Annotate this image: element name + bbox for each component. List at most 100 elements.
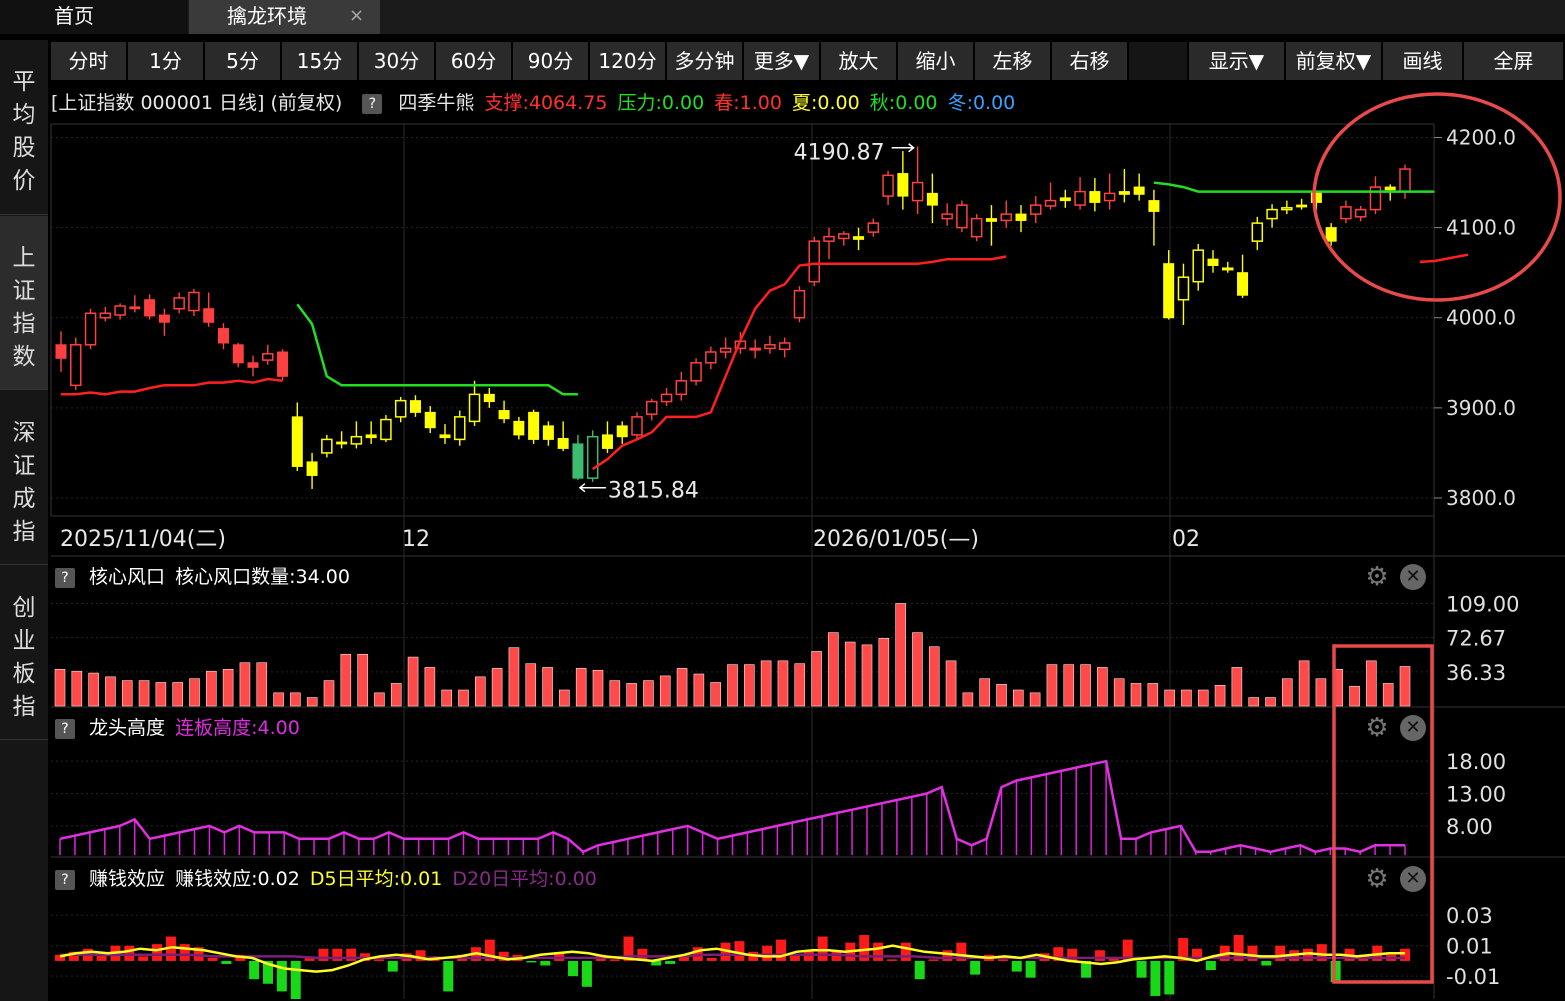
support-line-2 bbox=[592, 255, 1007, 471]
toolbar-button-4[interactable]: 30分 bbox=[359, 42, 436, 80]
bar-core-wind bbox=[1349, 685, 1360, 707]
candle bbox=[970, 214, 983, 242]
candle bbox=[1192, 243, 1204, 291]
bar-core-wind bbox=[828, 632, 839, 707]
toolbar-button-9[interactable]: 更多▼ bbox=[744, 42, 821, 80]
tab-qinlong[interactable]: 擒龙环境 × bbox=[189, 0, 380, 34]
bar-core-wind bbox=[727, 664, 738, 707]
pane2-header: ? 龙头高度 连板高度:4.00 bbox=[51, 713, 300, 743]
help-icon[interactable]: ? bbox=[55, 567, 75, 588]
candle-body bbox=[306, 461, 318, 476]
money-effect-bar bbox=[1025, 960, 1036, 978]
main-frame bbox=[50, 123, 1435, 517]
money-effect-bar bbox=[665, 960, 676, 964]
candle bbox=[365, 421, 377, 444]
bar-core-wind bbox=[340, 653, 352, 707]
sidebar-item-char: 均 bbox=[12, 102, 36, 128]
gear-icon[interactable]: ⚙ bbox=[1362, 864, 1392, 894]
sidebar-item-char: 平 bbox=[12, 69, 36, 95]
toolbar-button-3[interactable]: 15分 bbox=[282, 42, 359, 80]
toolbar-button-6[interactable]: 90分 bbox=[513, 42, 590, 80]
candle bbox=[1325, 223, 1337, 246]
toolbar-button-0[interactable]: 分时 bbox=[51, 42, 128, 80]
sidebar-item-0[interactable]: 平均股价 bbox=[0, 40, 48, 215]
money-effect-bar bbox=[595, 954, 606, 961]
toolbar-button-5[interactable]: 60分 bbox=[436, 42, 513, 80]
candle-body bbox=[1089, 191, 1101, 203]
support-line-1 bbox=[61, 377, 283, 396]
toolbar-button-18[interactable]: 全屏 bbox=[1464, 42, 1565, 80]
candle-body bbox=[114, 305, 126, 316]
bar-core-wind bbox=[155, 682, 167, 707]
toolbar-button-10[interactable]: 放大 bbox=[821, 42, 898, 80]
close-icon[interactable]: ✕ bbox=[1400, 564, 1426, 590]
bar-core-wind bbox=[1382, 683, 1394, 707]
candle bbox=[188, 288, 200, 316]
candle bbox=[409, 395, 421, 417]
close-icon[interactable]: ✕ bbox=[1400, 715, 1426, 741]
money-effect-bar bbox=[1261, 960, 1272, 966]
toolbar-button-2[interactable]: 5分 bbox=[205, 42, 282, 80]
y-tick-label: 3900.0 bbox=[1446, 396, 1516, 420]
gear-icon[interactable]: ⚙ bbox=[1362, 562, 1392, 592]
sidebar-item-3[interactable]: 创业板指 bbox=[0, 566, 48, 740]
money-effect-bar bbox=[498, 951, 509, 961]
bar-core-wind bbox=[609, 680, 621, 707]
pane3-controls: ⚙ ✕ bbox=[1362, 864, 1432, 894]
toolbar-button-11[interactable]: 缩小 bbox=[898, 42, 975, 80]
y-tick-label: 0.03 bbox=[1446, 904, 1493, 928]
candle-body bbox=[1266, 208, 1278, 220]
candle-body bbox=[572, 443, 584, 479]
bar-core-wind bbox=[239, 662, 251, 707]
candle-body bbox=[764, 344, 776, 350]
candle bbox=[217, 323, 229, 350]
bar-core-wind bbox=[575, 668, 587, 707]
toolbar-button-13[interactable]: 右移 bbox=[1052, 42, 1129, 80]
help-icon[interactable]: ? bbox=[55, 718, 75, 739]
candle-body bbox=[1399, 168, 1411, 193]
money-effect-bar bbox=[581, 960, 592, 987]
pane2-name: 龙头高度 bbox=[89, 717, 166, 739]
tab-home[interactable]: 首页 bbox=[0, 0, 188, 34]
toolbar-button-1[interactable]: 1分 bbox=[128, 42, 205, 80]
candle bbox=[424, 406, 436, 434]
close-icon[interactable]: × bbox=[349, 0, 364, 32]
candle-body bbox=[793, 289, 806, 319]
tab-home-label: 首页 bbox=[54, 4, 94, 28]
bar-core-wind bbox=[222, 669, 234, 707]
toolbar-button-16[interactable]: 前复权▼ bbox=[1286, 42, 1383, 80]
pane1-name: 核心风口 bbox=[89, 566, 166, 588]
candle bbox=[1044, 182, 1057, 210]
money-effect-bar bbox=[1178, 938, 1189, 961]
money-effect-bar bbox=[193, 947, 204, 961]
money-effect-bar bbox=[928, 959, 939, 961]
chart-canvas[interactable]: 4200.0 4100.0 4000.0 3900.0 3800.0 4190.87 381… bbox=[0, 0, 1565, 1001]
toolbar-button-17[interactable]: 画线 bbox=[1383, 42, 1464, 80]
candle bbox=[1354, 206, 1367, 222]
toolbar-button-12[interactable]: 左移 bbox=[975, 42, 1052, 80]
toolbar-button-7[interactable]: 120分 bbox=[590, 42, 667, 80]
candle bbox=[586, 430, 599, 482]
toolbar-button-15[interactable]: 显示▼ bbox=[1189, 42, 1286, 80]
candle bbox=[55, 331, 67, 372]
bar-core-wind bbox=[1366, 660, 1377, 707]
bar-core-wind bbox=[290, 692, 301, 707]
help-icon[interactable]: ? bbox=[362, 93, 383, 114]
candle-body bbox=[439, 434, 451, 439]
help-icon[interactable]: ? bbox=[55, 869, 75, 890]
sidebar-item-char: 指 bbox=[12, 694, 36, 720]
candle bbox=[705, 346, 717, 370]
sidebar-item-2[interactable]: 深证成指 bbox=[0, 391, 48, 565]
close-icon[interactable]: ✕ bbox=[1400, 866, 1426, 892]
candle bbox=[853, 227, 865, 251]
bar-core-wind bbox=[1197, 689, 1209, 707]
candle bbox=[572, 434, 584, 480]
bar-core-wind bbox=[407, 656, 419, 707]
candle bbox=[1089, 178, 1101, 212]
gear-icon[interactable]: ⚙ bbox=[1362, 713, 1392, 743]
toolbar-button-8[interactable]: 多分钟 bbox=[667, 42, 744, 80]
sidebar-item-1[interactable]: 上证指数 bbox=[0, 216, 48, 390]
money-effect-bar bbox=[1108, 957, 1119, 961]
money-effect-bar bbox=[748, 951, 759, 961]
money-effect-bar bbox=[817, 936, 828, 961]
